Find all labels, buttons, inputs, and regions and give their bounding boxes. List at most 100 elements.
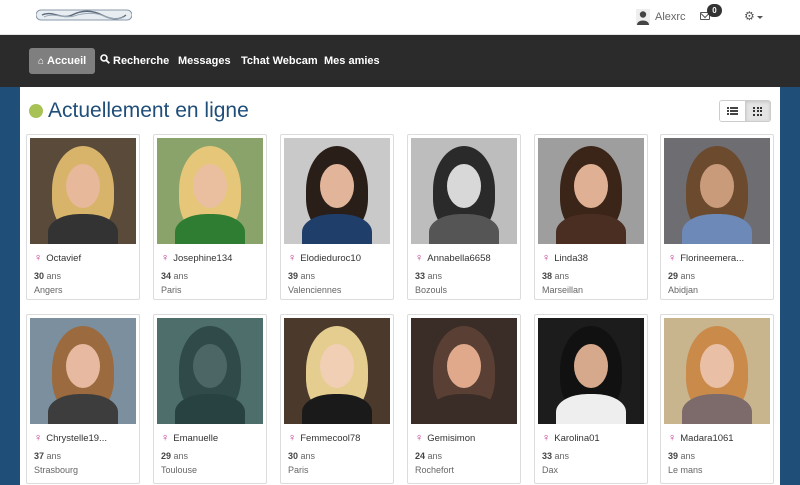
grid-view-button[interactable] (744, 101, 770, 121)
user-menu[interactable]: Alexrc (636, 9, 686, 25)
profile-city: Le mans (668, 465, 703, 475)
page-title: Actuellement en ligne (48, 99, 249, 122)
nav-friends[interactable]: Mes amies (324, 48, 380, 74)
profile-name: Femmecool78 (300, 433, 361, 444)
profile-photo[interactable] (284, 318, 390, 424)
profile-card-2[interactable]: ♀ Josephine134 34 ans Paris (153, 134, 267, 300)
age-unit: ans (554, 271, 570, 281)
profile-name: Linda38 (554, 253, 589, 264)
profile-age: 29 (668, 271, 679, 281)
messages-count-badge: 0 (707, 4, 722, 17)
profile-city: Toulouse (161, 465, 198, 475)
profile-city: Dax (542, 465, 559, 475)
profile-card-3[interactable]: ♀ Elodieduroc10 39 ans Valenciennes (280, 134, 394, 300)
profile-city: Paris (288, 465, 309, 475)
female-icon: ♀ (668, 252, 677, 264)
profile-name: Madara1061 (680, 433, 734, 444)
profile-photo[interactable] (538, 318, 644, 424)
profile-photo[interactable] (411, 138, 517, 244)
age-unit: ans (173, 451, 189, 461)
profile-card-12[interactable]: ♀ Madara1061 39 ans Le mans (660, 314, 774, 484)
profile-name: Florineemera... (680, 253, 745, 264)
profile-name: Emanuelle (173, 433, 219, 444)
chevron-down-icon[interactable] (757, 16, 763, 19)
profile-age: 29 (161, 451, 172, 461)
female-icon: ♀ (161, 252, 170, 264)
nav-home-label: Accueil (47, 55, 87, 67)
female-icon: ♀ (288, 432, 297, 444)
profile-age: 30 (34, 271, 45, 281)
profile-card-5[interactable]: ♀ Linda38 38 ans Marseillan (534, 134, 648, 300)
nav-webcam-chat[interactable]: Tchat Webcam (241, 48, 318, 74)
search-icon (100, 49, 110, 75)
grid-icon (753, 106, 763, 116)
profile-age: 33 (415, 271, 426, 281)
profile-age: 30 (288, 451, 299, 461)
profile-card-1[interactable]: ♀ Octavief 30 ans Angers (26, 134, 140, 300)
female-icon: ♀ (542, 252, 551, 264)
profile-name: Annabella6658 (427, 253, 491, 264)
female-icon: ♀ (668, 432, 677, 444)
profile-age: 39 (668, 451, 679, 461)
profile-photo[interactable] (664, 138, 770, 244)
list-view-button[interactable] (720, 101, 745, 121)
profile-photo[interactable] (30, 138, 136, 244)
profile-name: Octavief (46, 253, 82, 264)
profile-photo[interactable] (411, 318, 517, 424)
female-icon: ♀ (415, 252, 424, 264)
profile-photo[interactable] (157, 138, 263, 244)
female-icon: ♀ (161, 432, 170, 444)
home-icon: ⌂ (38, 56, 45, 67)
profile-city: Strasbourg (34, 465, 79, 475)
profile-photo[interactable] (30, 318, 136, 424)
age-unit: ans (554, 451, 570, 461)
profile-city: Rochefort (415, 465, 455, 475)
nav-messages[interactable]: Messages (178, 48, 231, 74)
age-unit: ans (680, 451, 696, 461)
profile-card-10[interactable]: ♀ Gemisimon 24 ans Rochefort (407, 314, 521, 484)
online-status-dot (29, 104, 43, 118)
main-nav: ⌂ Accueil Recherche Messages Tchat Webcam… (0, 35, 800, 87)
profile-name: Elodieduroc10 (300, 253, 361, 264)
profile-card-11[interactable]: ♀ Karolina01 33 ans Dax (534, 314, 648, 484)
list-icon (726, 107, 738, 115)
profile-name: Gemisimon (427, 433, 476, 444)
right-rail (780, 87, 800, 485)
age-unit: ans (173, 271, 189, 281)
profile-card-4[interactable]: ♀ Annabella6658 33 ans Bozouls (407, 134, 521, 300)
site-logo[interactable] (36, 8, 132, 22)
female-icon: ♀ (288, 252, 297, 264)
age-unit: ans (427, 451, 443, 461)
age-unit: ans (300, 271, 316, 281)
gear-icon[interactable]: ⚙ (744, 10, 755, 22)
age-unit: ans (46, 271, 62, 281)
profile-card-7[interactable]: ♀ Chrystelle19... 37 ans Strasbourg (26, 314, 140, 484)
left-rail (0, 87, 20, 485)
nav-home[interactable]: ⌂ Accueil (29, 48, 96, 74)
profile-card-9[interactable]: ♀ Femmecool78 30 ans Paris (280, 314, 394, 484)
age-unit: ans (427, 271, 443, 281)
female-icon: ♀ (542, 432, 551, 444)
profile-photo[interactable] (664, 318, 770, 424)
profile-card-8[interactable]: ♀ Emanuelle 29 ans Toulouse (153, 314, 267, 484)
profile-city: Marseillan (542, 285, 584, 295)
nav-search-label: Recherche (113, 55, 170, 67)
profile-name: Karolina01 (554, 433, 600, 444)
profile-city: Paris (161, 285, 182, 295)
profile-card-6[interactable]: ♀ Florineemera... 29 ans Abidjan (660, 134, 774, 300)
age-unit: ans (46, 451, 62, 461)
profile-city: Valenciennes (288, 285, 342, 295)
view-toggle (719, 100, 771, 122)
female-icon: ♀ (34, 432, 43, 444)
age-unit: ans (300, 451, 316, 461)
nav-search[interactable]: Recherche (100, 48, 169, 74)
profile-photo[interactable] (157, 318, 263, 424)
profile-city: Bozouls (415, 285, 448, 295)
age-unit: ans (680, 271, 696, 281)
profile-photo[interactable] (284, 138, 390, 244)
profile-photo[interactable] (538, 138, 644, 244)
profile-age: 24 (415, 451, 426, 461)
female-icon: ♀ (34, 252, 43, 264)
profile-age: 37 (34, 451, 45, 461)
profile-age: 38 (542, 271, 553, 281)
